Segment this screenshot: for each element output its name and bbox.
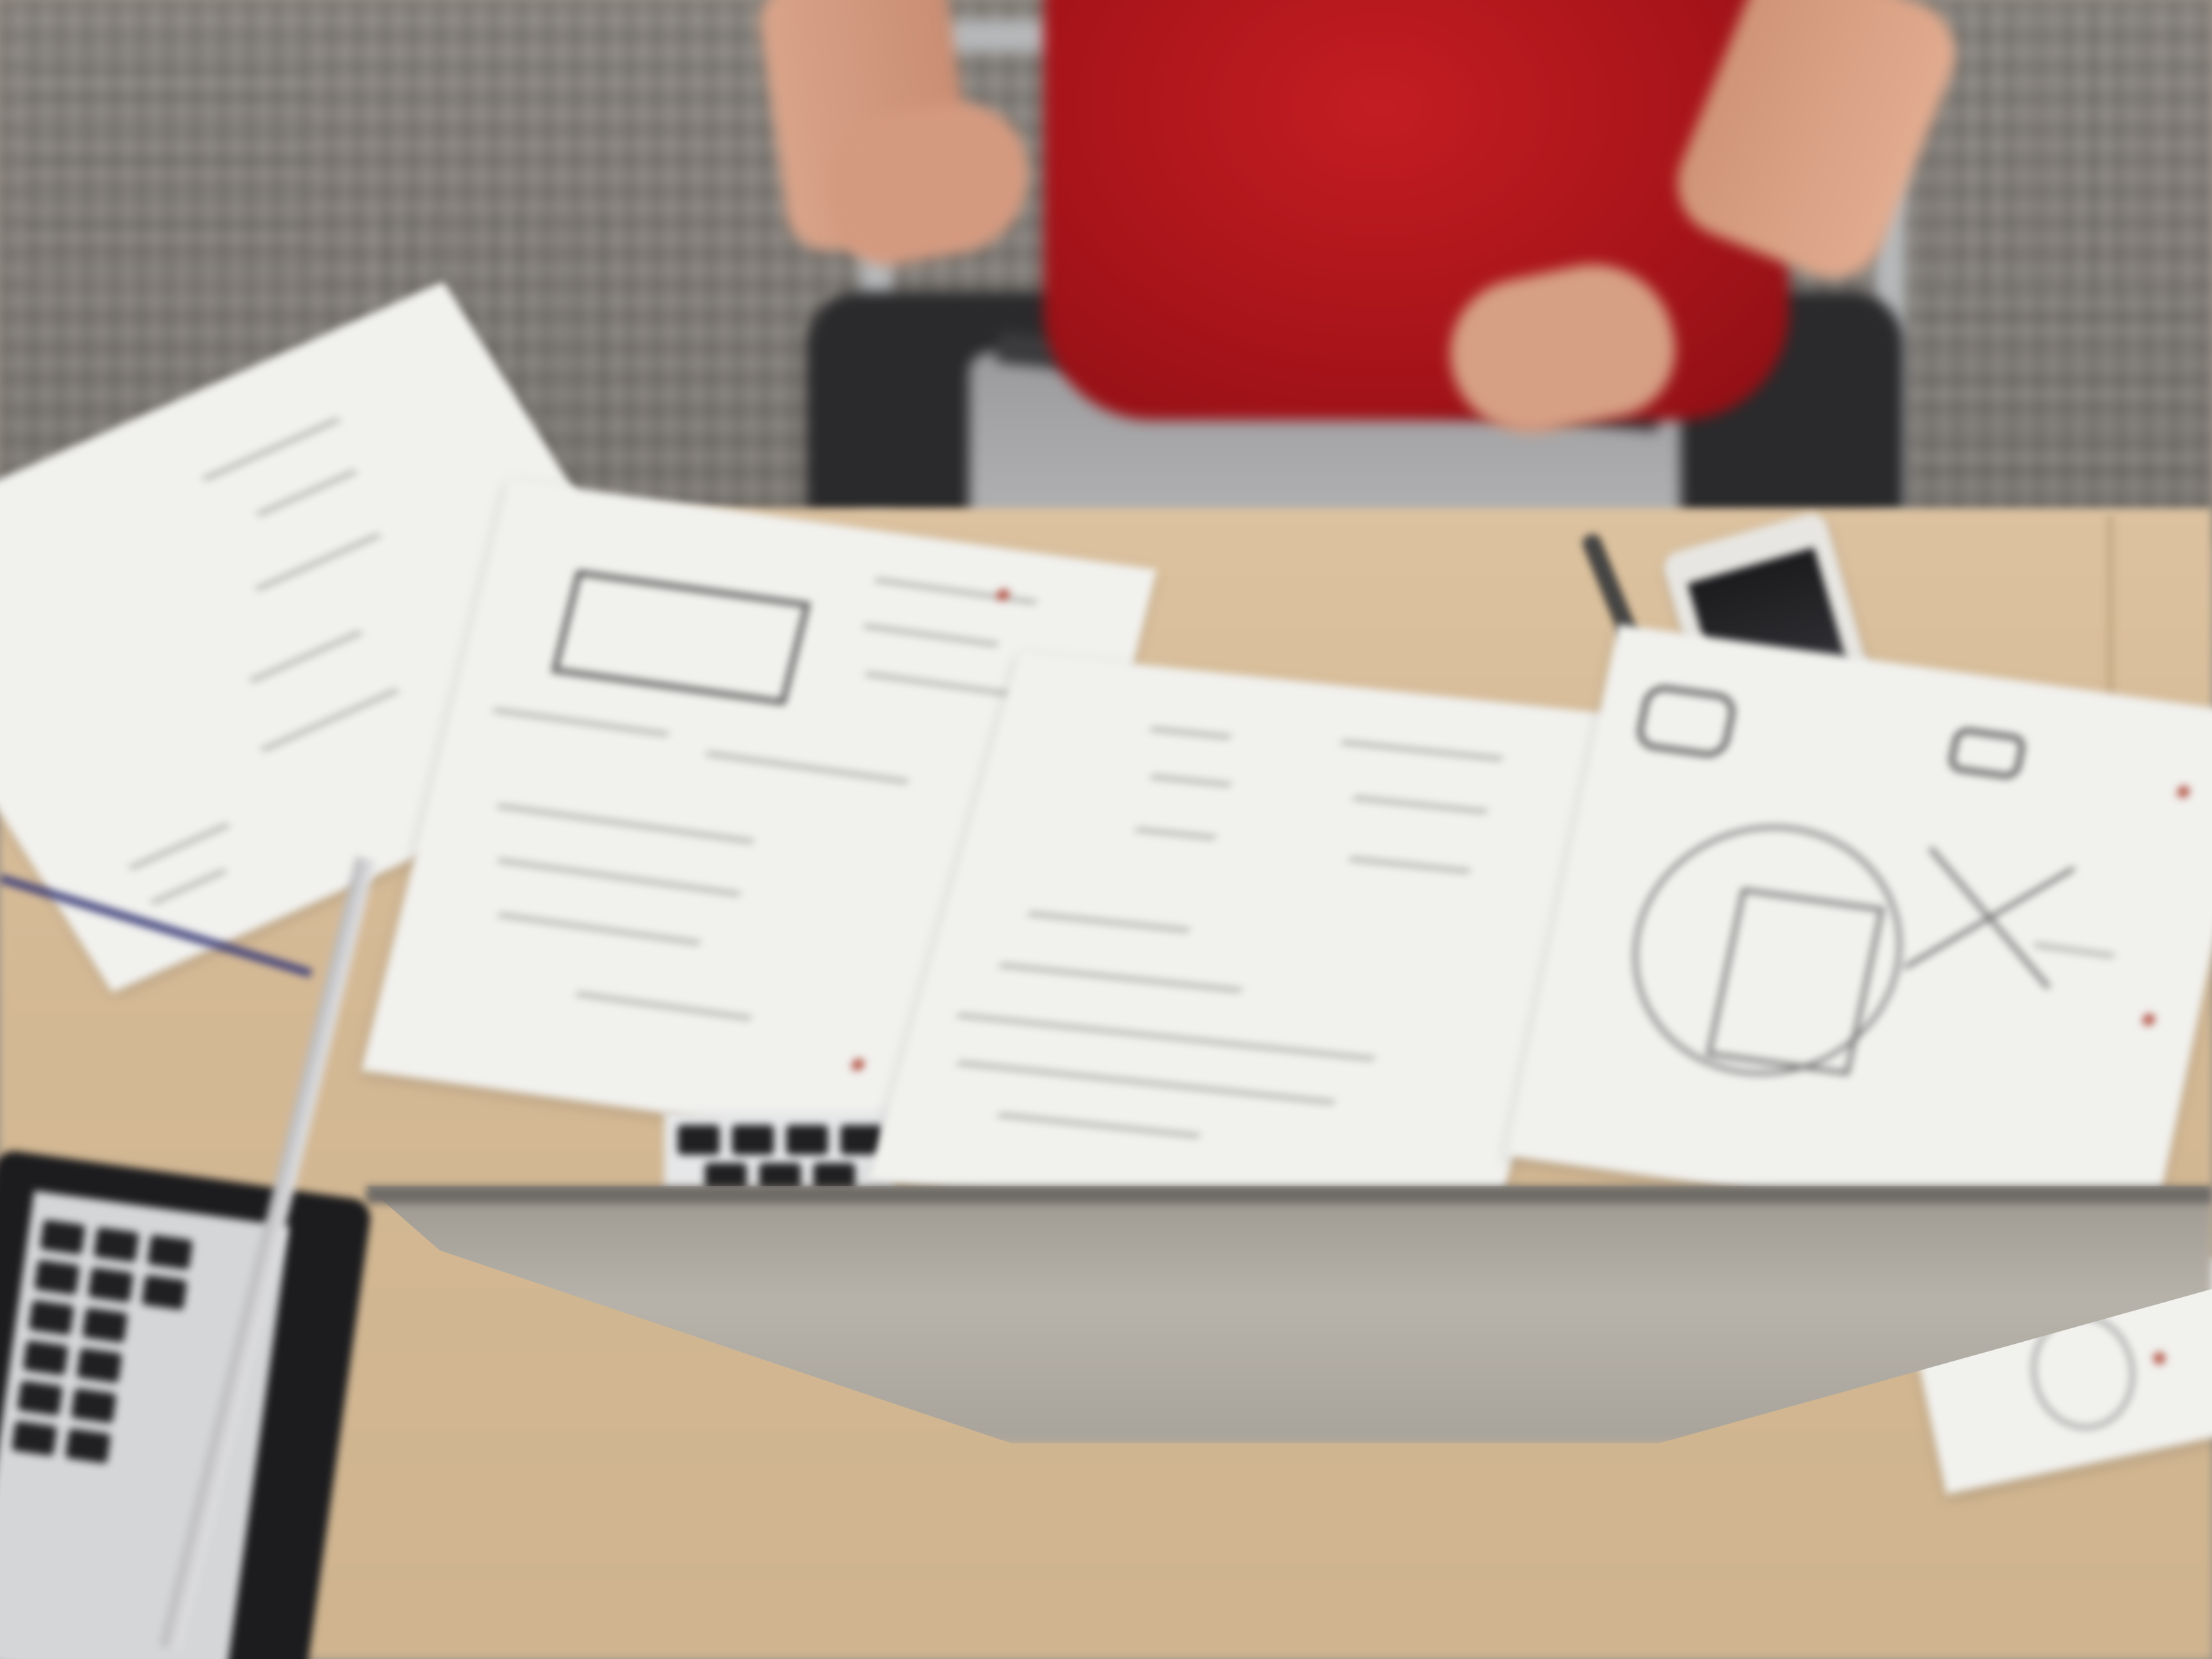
sketch-shape [1946,726,2028,781]
handwriting-line [1134,827,1217,840]
handwriting-line [150,868,227,905]
handwriting-line [1149,726,1232,739]
handwriting-line [575,991,752,1021]
handwriting-line [1352,796,1488,814]
handwriting-line [2033,943,2115,958]
handwriting-line [1027,911,1191,933]
handwriting-line [865,672,1015,697]
handwriting-line [997,1112,1201,1139]
keyboard-key [34,1259,80,1295]
handwriting-line [497,858,741,897]
laptop-lid-edge [366,1186,2212,1204]
sketched-box [551,569,811,705]
person-red-shirt [1044,0,1789,420]
handwriting-line [863,623,999,647]
handwriting-line [255,469,358,517]
keyboard-key [70,1388,117,1424]
keyboard-key [732,1125,774,1155]
handwriting-line [705,751,909,784]
handwriting-line [497,912,701,945]
handwriting-line [998,962,1243,993]
keyboard-key [65,1428,111,1464]
handwriting-line [202,417,341,482]
handwriting-line [956,1012,1376,1061]
keyboard-key [147,1234,193,1270]
carpet-tile [1911,285,2196,529]
hole-punch-dot [2175,785,2191,799]
handwriting-line [492,708,670,737]
keyboard-key [39,1219,86,1255]
handwriting-line [496,803,754,844]
sketch-shape [1633,682,1739,760]
handwriting-line [1340,739,1504,761]
keyboard-key [22,1340,69,1376]
keyboard-key [11,1420,58,1456]
hole-punch-dot [850,1057,866,1071]
carpet-tile [27,41,312,285]
handwriting-line [1348,857,1471,874]
handwriting-line [260,688,399,752]
desk-scene [0,0,2212,1659]
handwriting-line [1149,774,1232,787]
handwriting-line [255,533,382,592]
keyboard-key [87,1267,134,1303]
keyboard-key [76,1347,123,1383]
keyboard-key [141,1275,188,1311]
sketch-line [1904,866,2075,970]
keyboard-key [17,1380,63,1416]
keyboard-key [28,1300,75,1336]
sketch-page [1505,623,2212,1247]
keyboard-key [82,1307,128,1343]
handwriting-line [956,1061,1336,1105]
hole-punch-dot [2141,1012,2156,1027]
keyboard-key [786,1125,828,1155]
handwriting-line [874,577,1038,605]
keyboard-key [678,1125,720,1155]
hole-punch-dot [2152,1351,2167,1366]
keyboard-key [93,1227,140,1263]
handwriting-line [128,822,230,871]
handwriting-line [249,630,363,683]
